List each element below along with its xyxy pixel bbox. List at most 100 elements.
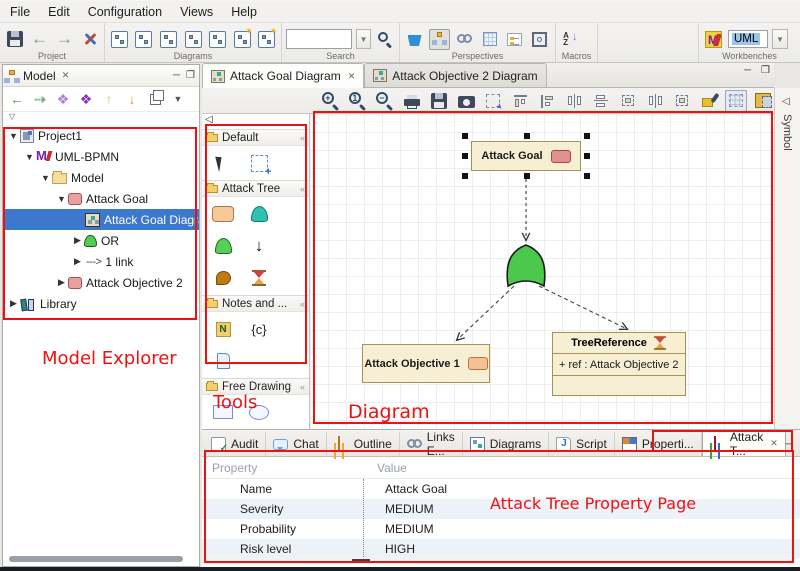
search-input[interactable] [286, 29, 352, 49]
sort-macros-button[interactable]: AZ [560, 29, 581, 50]
selection-handle[interactable] [584, 173, 590, 179]
workbench-combobox[interactable]: UML [728, 30, 768, 48]
list-perspective-button[interactable] [504, 29, 525, 50]
workspace-button[interactable] [404, 29, 425, 50]
workbench-dropdown-button[interactable]: ▼ [772, 29, 788, 49]
fit-selection-button[interactable] [482, 90, 504, 112]
node-attack-goal[interactable]: Attack Goal [471, 141, 581, 171]
redo-button[interactable]: → [54, 29, 75, 50]
collapse-chevron-icon[interactable]: « [300, 184, 305, 194]
menu-file[interactable]: File [8, 3, 32, 21]
connector-or-to-objective1[interactable] [457, 286, 514, 340]
next-element-button[interactable]: ❖ [78, 90, 94, 108]
selection-handle[interactable] [524, 133, 530, 139]
undo-button[interactable]: ← [29, 29, 50, 50]
clean-layout-button[interactable] [698, 90, 720, 112]
column-divider[interactable] [363, 479, 364, 559]
tree-reference-tool[interactable] [248, 267, 270, 289]
tab-diagrams[interactable]: Diagrams [463, 432, 549, 456]
palette-group-notes[interactable]: Notes and ... « [202, 295, 309, 312]
same-height-button[interactable] [644, 90, 666, 112]
tree-item-uml-bpmn[interactable]: ▼ UML-BPMN [3, 146, 199, 167]
save-button[interactable] [4, 29, 25, 50]
links-perspective-button[interactable] [454, 29, 475, 50]
diagram-type-2-button[interactable] [134, 29, 155, 50]
diagram-type-1-button[interactable] [109, 29, 130, 50]
maximize-icon[interactable]: ❐ [761, 65, 770, 76]
same-width-button[interactable] [617, 90, 639, 112]
search-dropdown-button[interactable]: ▼ [356, 29, 371, 49]
navigate-back-button[interactable]: ← [9, 90, 25, 108]
document-tool[interactable] [212, 350, 234, 372]
or-gate-tool[interactable] [212, 235, 234, 257]
fit-to-content-button[interactable] [671, 90, 693, 112]
center-horizontal-button[interactable] [590, 90, 612, 112]
duplicate-button[interactable] [147, 90, 163, 108]
close-icon[interactable]: ✕ [348, 71, 356, 82]
move-down-button[interactable]: ↓ [124, 90, 140, 108]
close-icon[interactable]: ✕ [62, 70, 70, 81]
minimize-icon[interactable]: ─ [173, 70, 180, 81]
symbol-vertical-tab[interactable]: Symbol [781, 114, 793, 151]
zoom-actual-button[interactable]: 1 [347, 90, 369, 112]
selection-handle[interactable] [462, 173, 468, 179]
align-top-button[interactable] [509, 90, 531, 112]
collapse-chevron-icon[interactable]: « [300, 299, 305, 309]
navigate-forward-button[interactable]: ⇢ [32, 90, 48, 108]
zoom-in-button[interactable]: + [320, 90, 342, 112]
align-left-button[interactable] [536, 90, 558, 112]
new-diagram-button[interactable] [232, 29, 253, 50]
expand-caret-icon[interactable]: ▶ [7, 298, 20, 309]
horizontal-scrollbar[interactable] [202, 558, 794, 564]
horizontal-scrollbar[interactable] [9, 556, 183, 562]
table-row-probability[interactable]: Probability MEDIUM [202, 519, 800, 539]
or-gate-shape[interactable] [507, 245, 545, 286]
marquee-select-tool[interactable] [248, 152, 270, 174]
expand-caret-icon[interactable]: ▼ [55, 194, 68, 204]
diagram-type-5-button[interactable] [207, 29, 228, 50]
expand-caret-icon[interactable]: ▶ [71, 256, 84, 267]
move-up-button[interactable]: ↑ [101, 90, 117, 108]
palette-group-attack-tree[interactable]: Attack Tree « [202, 180, 309, 197]
tab-attack-objective-2-diagram[interactable]: Attack Objective 2 Diagram [364, 63, 546, 87]
expand-caret-icon[interactable]: ▼ [23, 152, 36, 162]
table-row-risk-level[interactable]: Risk level HIGH [202, 539, 800, 559]
collapse-chevron-icon[interactable]: « [300, 133, 305, 143]
palette-group-default[interactable]: Default « [202, 129, 309, 146]
diagram-type-3-button[interactable] [158, 29, 179, 50]
node-tree-reference[interactable]: TreeReference + ref : Attack Objective 2 [552, 332, 686, 396]
close-icon[interactable]: ✕ [770, 438, 778, 449]
expand-caret-icon[interactable]: ▶ [55, 277, 68, 288]
menu-configuration[interactable]: Configuration [86, 3, 164, 21]
link-tool[interactable]: ↓ [248, 235, 270, 257]
storage-perspective-button[interactable] [529, 29, 550, 50]
selection-handle[interactable] [524, 173, 530, 179]
menu-edit[interactable]: Edit [46, 3, 72, 21]
selection-handle[interactable] [584, 133, 590, 139]
view-menu-button[interactable]: ▼ [170, 90, 186, 108]
tree-item-attack-goal-diagram[interactable]: Attack Goal Diagram [3, 209, 199, 230]
selection-handle[interactable] [584, 153, 590, 159]
new-matrix-button[interactable] [256, 29, 277, 50]
snapshot-button[interactable] [455, 90, 477, 112]
menu-help[interactable]: Help [229, 3, 259, 21]
selection-handle[interactable] [462, 133, 468, 139]
palette-collapse-button[interactable]: ◁ [202, 114, 309, 129]
save-image-button[interactable] [428, 90, 450, 112]
minimize-icon[interactable]: ─ [786, 439, 793, 450]
note-tool[interactable]: N [212, 318, 234, 340]
tree-item-attack-objective-2[interactable]: ▶ Attack Objective 2 [3, 272, 199, 293]
print-button[interactable] [401, 90, 423, 112]
zoom-out-button[interactable]: − [374, 90, 396, 112]
tree-item-project1[interactable]: ▼ Project1 [3, 125, 199, 146]
expand-caret-icon[interactable]: ▼ [39, 173, 52, 183]
menu-views[interactable]: Views [178, 3, 215, 21]
selection-handle[interactable] [462, 153, 468, 159]
connector-or-to-treereference[interactable] [539, 286, 627, 329]
attack-node-tool[interactable] [212, 203, 234, 225]
search-button[interactable] [375, 29, 395, 50]
grid-perspective-button[interactable] [479, 29, 500, 50]
expand-caret-icon[interactable]: ▶ [71, 235, 84, 246]
previous-element-button[interactable]: ❖ [55, 90, 71, 108]
column-header-value[interactable]: Value [363, 461, 407, 475]
